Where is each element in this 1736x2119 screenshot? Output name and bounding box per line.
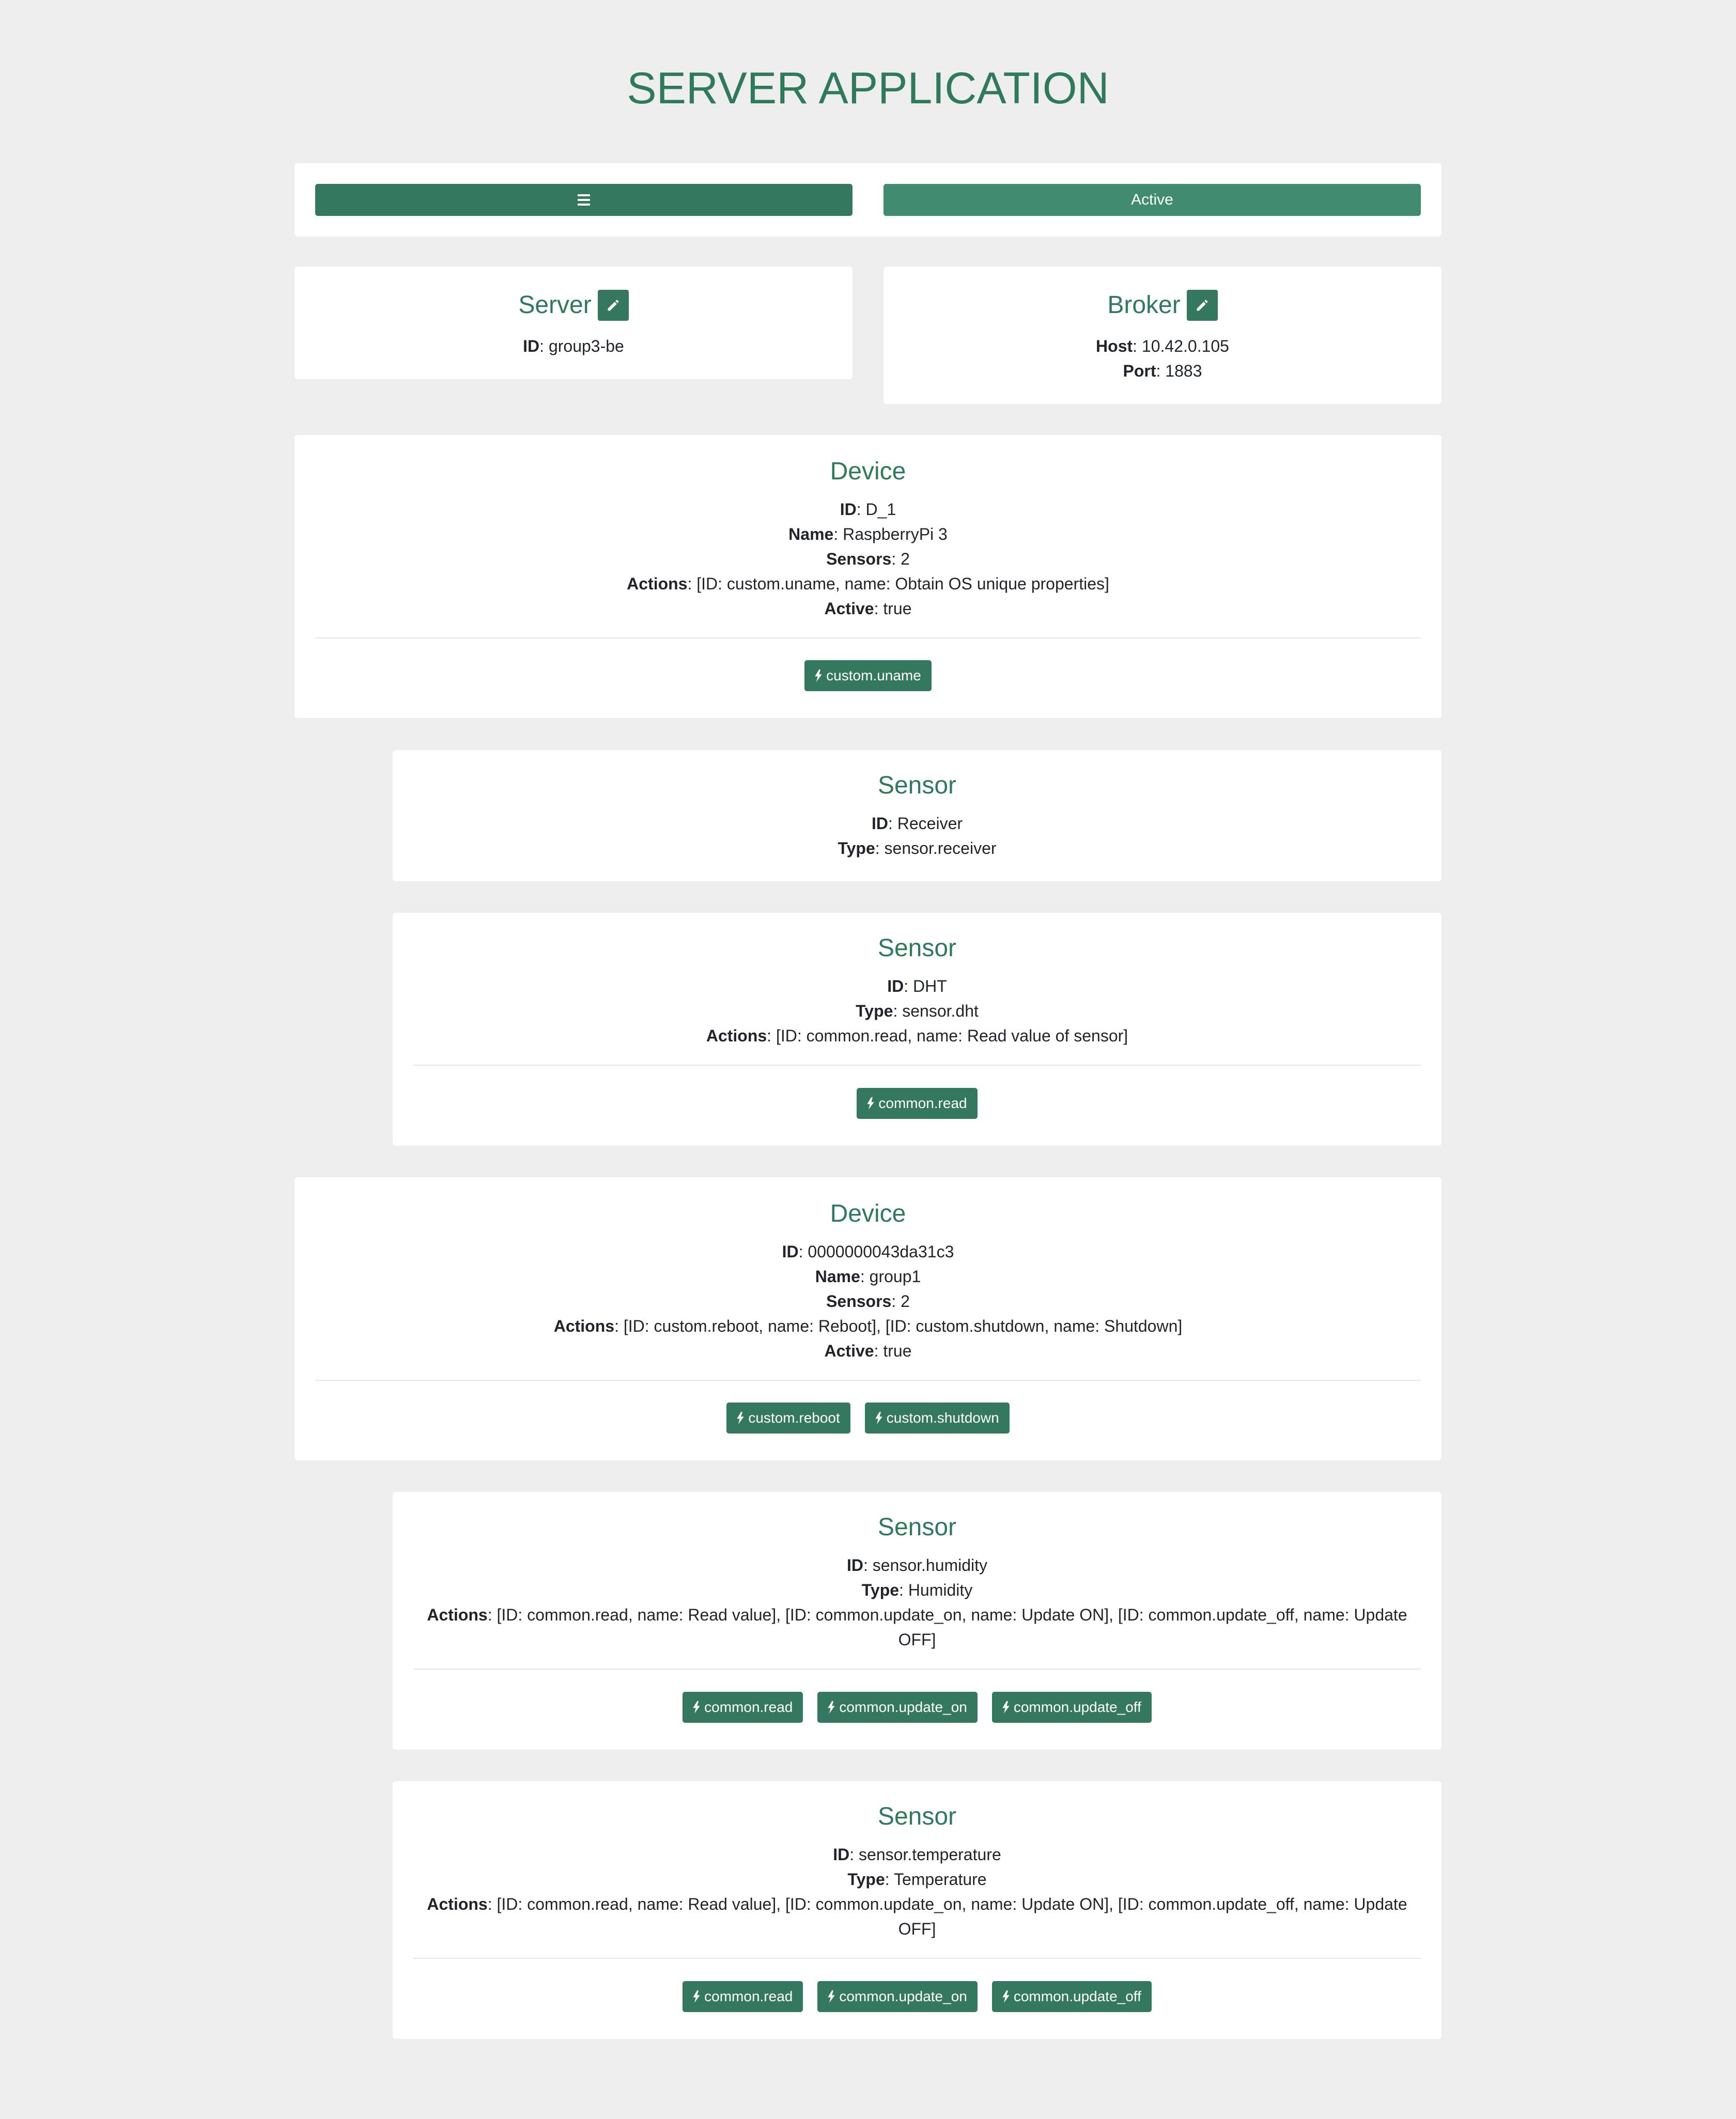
hamburger-icon — [578, 194, 590, 206]
sensor-card: Sensor ID: Receiver Type: sensor.receive… — [393, 750, 1442, 881]
action-button-custom-reboot[interactable]: custom.reboot — [726, 1403, 850, 1434]
device-card: Device ID: D_1 Name: RaspberryPi 3 Senso… — [295, 435, 1442, 718]
menu-button[interactable] — [315, 184, 853, 216]
server-title: Server — [518, 291, 592, 319]
sensor-details: ID: sensor.humidity Type: Humidity Actio… — [427, 1556, 1407, 1649]
sensor-title: Sensor — [877, 1514, 957, 1541]
divider — [413, 1065, 1421, 1066]
bolt-icon — [693, 1990, 700, 2003]
action-button-common-update-off[interactable]: common.update_off — [991, 1981, 1152, 2012]
device-card: Device ID: 0000000043da31c3 Name: group1… — [295, 1177, 1442, 1460]
sensor-details: ID: sensor.temperature Type: Temperature… — [427, 1845, 1407, 1938]
bolt-icon — [1002, 1990, 1010, 2003]
action-button-common-read[interactable]: common.read — [683, 1692, 803, 1723]
server-id-line: ID: group3-be — [523, 337, 624, 355]
action-button-custom-shutdown[interactable]: custom.shutdown — [864, 1403, 1010, 1434]
sensor-card: Sensor ID: sensor.temperature Type: Temp… — [393, 1781, 1442, 2039]
status-active-button[interactable]: Active — [884, 184, 1421, 216]
divider — [413, 1669, 1421, 1670]
broker-card: Broker Host: 10.42.0.105 Port: 1883 — [884, 267, 1442, 404]
broker-title: Broker — [1107, 291, 1181, 319]
bolt-icon — [737, 1412, 745, 1424]
action-button-custom-uname[interactable]: custom.uname — [804, 660, 932, 691]
device-details: ID: D_1 Name: RaspberryPi 3 Sensors: 2 A… — [627, 500, 1109, 618]
toolbar-card: Active — [295, 163, 1442, 237]
divider — [413, 1958, 1421, 1959]
action-button-common-update-on[interactable]: common.update_on — [817, 1981, 978, 2012]
edit-server-button[interactable] — [597, 290, 629, 321]
action-button-common-read[interactable]: common.read — [857, 1088, 978, 1119]
broker-port-line: Port: 1883 — [1123, 362, 1202, 380]
action-button-common-update-on[interactable]: common.update_on — [817, 1692, 978, 1723]
page-title: SERVER APPLICATION — [627, 64, 1109, 113]
sensor-details: ID: DHT Type: sensor.dht Actions: [ID: c… — [706, 977, 1128, 1045]
bolt-icon — [828, 1701, 835, 1713]
bolt-icon — [693, 1701, 700, 1713]
sensor-title: Sensor — [877, 772, 957, 799]
server-id-value: group3-be — [548, 337, 624, 355]
pencil-icon — [1197, 300, 1208, 311]
sensor-card: Sensor ID: sensor.humidity Type: Humidit… — [393, 1492, 1442, 1750]
action-button-common-read[interactable]: common.read — [683, 1981, 803, 2012]
bolt-icon — [875, 1412, 882, 1424]
broker-host-line: Host: 10.42.0.105 — [1096, 337, 1229, 355]
bolt-icon — [867, 1097, 875, 1110]
sensor-title: Sensor — [877, 1803, 957, 1830]
divider — [315, 1380, 1421, 1381]
action-button-common-update-off[interactable]: common.update_off — [991, 1692, 1152, 1723]
server-card: Server ID: group3-be — [295, 267, 853, 379]
sensor-details: ID: Receiver Type: sensor.receiver — [838, 814, 997, 858]
sensor-title: Sensor — [877, 934, 957, 962]
edit-broker-button[interactable] — [1186, 290, 1218, 321]
bolt-icon — [828, 1990, 835, 2003]
device-title: Device — [830, 458, 906, 485]
sensor-card: Sensor ID: DHT Type: sensor.dht Actions:… — [393, 913, 1442, 1146]
device-title: Device — [830, 1200, 906, 1227]
bolt-icon — [1002, 1701, 1010, 1713]
device-details: ID: 0000000043da31c3 Name: group1 Sensor… — [553, 1242, 1183, 1360]
pencil-icon — [608, 300, 619, 311]
broker-info: Host: 10.42.0.105 Port: 1883 — [884, 334, 1442, 383]
bolt-icon — [815, 669, 822, 682]
divider — [315, 637, 1421, 638]
